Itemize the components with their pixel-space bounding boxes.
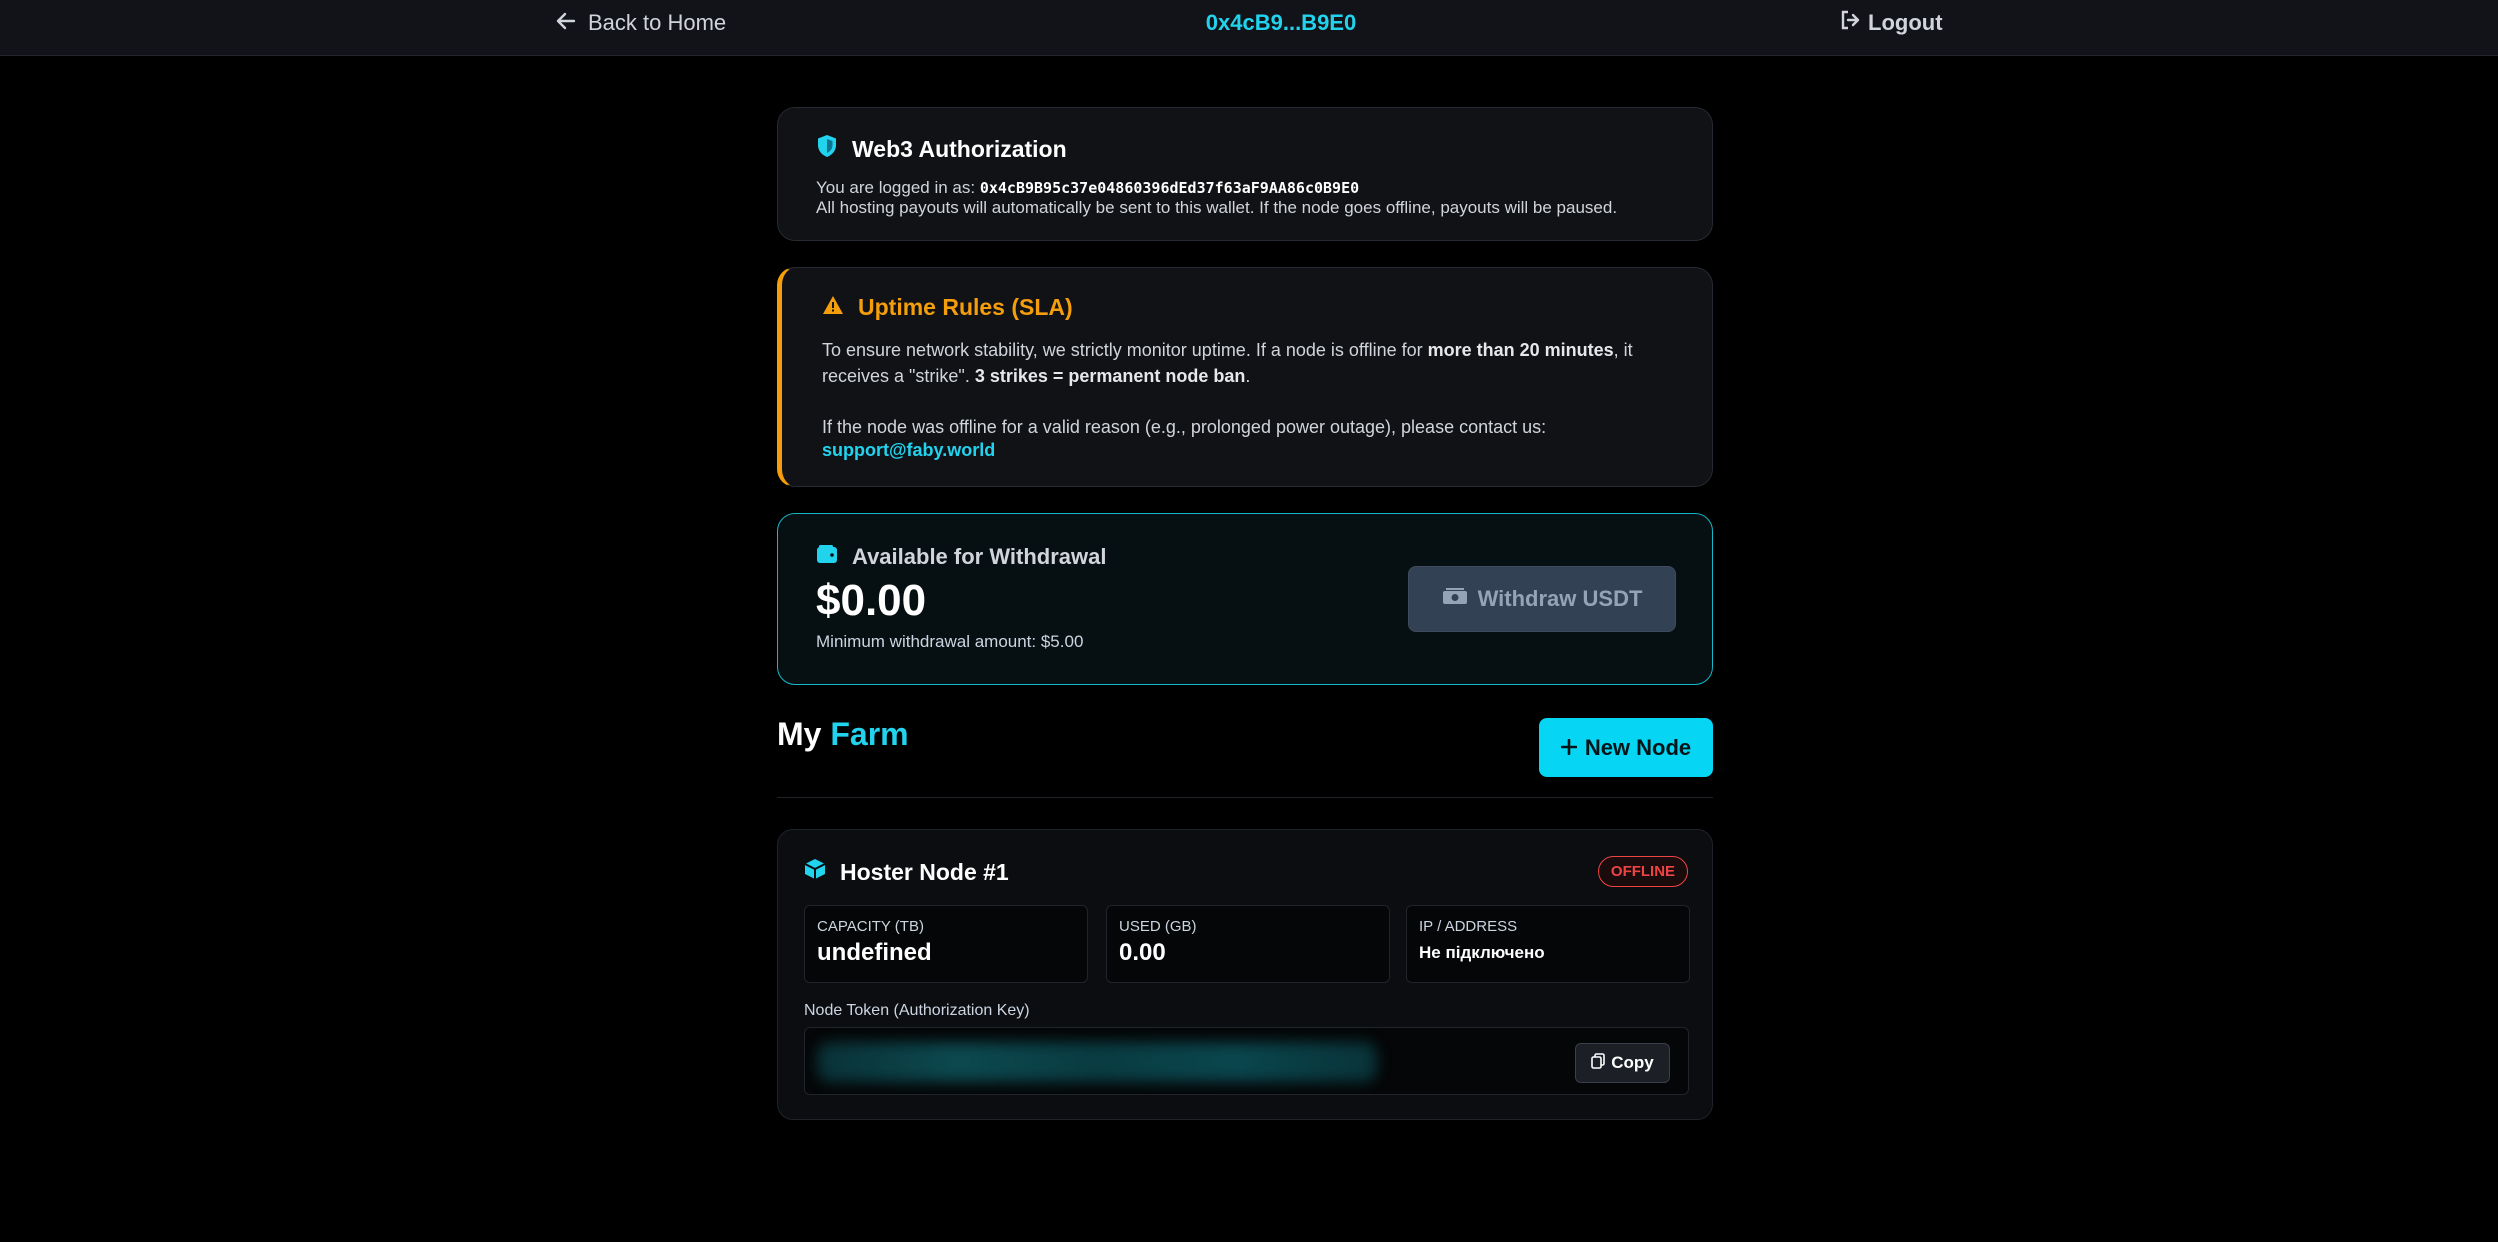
sla-title: Uptime Rules (SLA): [858, 294, 1073, 320]
uptime-rules-card: Uptime Rules (SLA) To ensure network sta…: [777, 267, 1713, 487]
warning-triangle-icon: [822, 294, 844, 321]
top-navbar: Back to Home 0x4cB9...B9E0 Logout: [0, 0, 2498, 56]
auth-title: Web3 Authorization: [852, 135, 1067, 162]
wallet-address-short[interactable]: 0x4cB9...B9E0: [0, 10, 2498, 36]
support-email-link[interactable]: support@faby.world: [822, 440, 1672, 461]
used-value: 0.00: [1119, 939, 1166, 966]
blurred-token-value: [817, 1042, 1377, 1082]
withdraw-usdt-label: Withdraw USDT: [1477, 586, 1643, 611]
cube-icon: [804, 858, 826, 886]
money-icon: [1442, 586, 1468, 612]
ip-label: IP / ADDRESS: [1419, 918, 1518, 935]
new-node-label: New Node: [1584, 734, 1692, 760]
used-label: USED (GB): [1119, 918, 1197, 935]
node-token-field[interactable]: Copy: [804, 1027, 1689, 1095]
logged-in-prefix: You are logged in as:: [816, 178, 976, 197]
web3-authorization-card: Web3 Authorization You are logged in as:…: [777, 107, 1713, 241]
logout-icon: [1840, 10, 1860, 36]
min-withdrawal-note: Minimum withdrawal amount: $5.00: [816, 632, 1084, 651]
payout-note: All hosting payouts will automatically b…: [816, 198, 1618, 217]
sla-rule-text: To ensure network stability, we strictly…: [822, 340, 1633, 386]
status-badge: OFFLINE: [1598, 856, 1688, 887]
withdrawal-card: Available for Withdrawal $0.00 Minimum w…: [777, 513, 1713, 685]
logged-in-line: You are logged in as: 0x4cB9B95c37e04860…: [816, 178, 1674, 218]
ip-stat: IP / ADDRESS Не підключено: [1406, 905, 1690, 983]
capacity-value: undefined: [817, 939, 932, 966]
capacity-label: CAPACITY (TB): [817, 918, 924, 935]
withdraw-title: Available for Withdrawal: [852, 544, 1107, 569]
capacity-stat: CAPACITY (TB) undefined: [804, 905, 1088, 983]
copy-token-button[interactable]: Copy: [1575, 1043, 1670, 1083]
copy-label: Copy: [1611, 1053, 1654, 1072]
section-divider: [777, 797, 1713, 798]
wallet-icon: [816, 544, 838, 570]
ip-value: Не підключено: [1419, 943, 1545, 962]
my-farm-title: My Farm: [777, 716, 909, 752]
node-name: Hoster Node #1: [840, 858, 1009, 885]
wallet-address-full: 0x4cB9B95c37e04860396dEd37f63aF9AA86c0B9…: [979, 179, 1360, 197]
used-stat: USED (GB) 0.00: [1106, 905, 1390, 983]
logout-button[interactable]: Logout: [1840, 10, 1943, 36]
node-card: Hoster Node #1 OFFLINE CAPACITY (TB) und…: [777, 829, 1713, 1120]
shield-icon: [816, 134, 838, 164]
withdraw-usdt-button[interactable]: Withdraw USDT: [1408, 566, 1676, 632]
node-token-label: Node Token (Authorization Key): [804, 1002, 1030, 1019]
copy-icon: [1591, 1052, 1606, 1074]
plus-icon: [1560, 735, 1578, 761]
sla-contact-text: If the node was offline for a valid reas…: [822, 417, 1547, 437]
logout-label: Logout: [1868, 10, 1943, 35]
new-node-button[interactable]: New Node: [1539, 718, 1713, 777]
